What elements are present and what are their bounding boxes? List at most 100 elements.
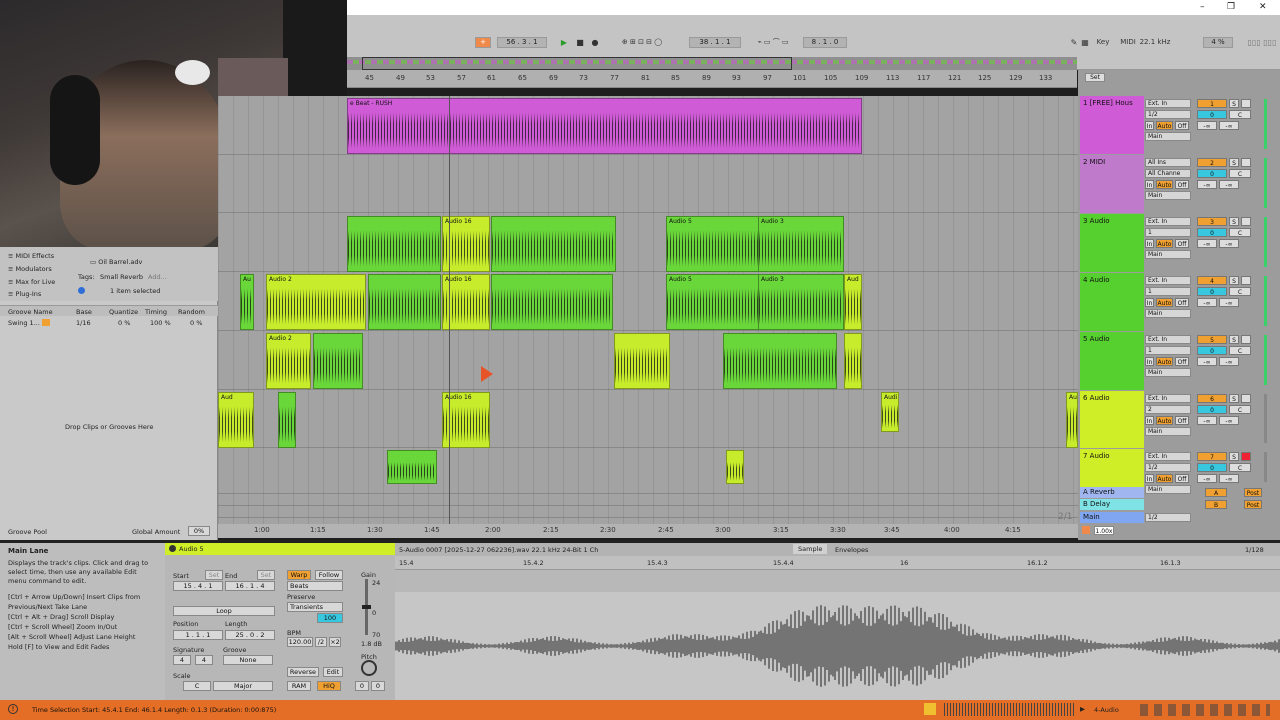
groove-select[interactable]: None bbox=[223, 655, 273, 665]
volume-field[interactable]: 0 bbox=[1197, 287, 1227, 296]
clip-activator-icon[interactable] bbox=[169, 545, 176, 552]
track-header[interactable]: 3 Audio bbox=[1080, 214, 1144, 272]
reverse-button[interactable]: Reverse bbox=[287, 667, 319, 677]
solo-button[interactable]: S bbox=[1229, 394, 1239, 403]
track-header[interactable]: 4 Audio bbox=[1080, 273, 1144, 331]
output-select[interactable]: Main bbox=[1145, 132, 1191, 141]
groove-random[interactable]: 0 % bbox=[190, 319, 202, 327]
ram-toggle[interactable]: RAM bbox=[287, 681, 311, 691]
track-header[interactable]: 7 Audio bbox=[1080, 449, 1144, 487]
audio-clip[interactable]: Audio 5 bbox=[666, 216, 760, 272]
category-modulators[interactable]: ≡ Modulators bbox=[8, 265, 52, 273]
edit-button[interactable]: Edit bbox=[323, 667, 343, 677]
track-lane[interactable] bbox=[218, 155, 1078, 213]
warp-toggle[interactable]: Warp bbox=[287, 570, 311, 580]
tab-sample[interactable]: Sample bbox=[793, 544, 828, 554]
track-activator-button[interactable]: 1 bbox=[1197, 99, 1227, 108]
track-lane[interactable] bbox=[218, 448, 1078, 494]
groove-quantize[interactable]: 0 % bbox=[118, 319, 130, 327]
volume-field[interactable]: 0 bbox=[1197, 228, 1227, 237]
track-activator-button[interactable]: 4 bbox=[1197, 276, 1227, 285]
track-activator-button[interactable]: 5 bbox=[1197, 335, 1227, 344]
loop-start-field[interactable]: 38 . 1 . 1 bbox=[689, 37, 741, 48]
input-channel-select[interactable]: 1 bbox=[1145, 346, 1191, 355]
return-activator-button[interactable]: B bbox=[1205, 500, 1227, 509]
input-type-select[interactable]: Ext. In bbox=[1145, 452, 1191, 461]
arm-icon[interactable] bbox=[1241, 158, 1251, 167]
solo-button[interactable]: S bbox=[1229, 158, 1239, 167]
return-track-header[interactable]: Main bbox=[1080, 512, 1144, 523]
overview-viewport[interactable] bbox=[362, 57, 792, 70]
grid-quant[interactable]: 1/128 bbox=[1245, 546, 1264, 554]
groove-timing[interactable]: 100 % bbox=[150, 319, 171, 327]
set-end-button[interactable]: Set bbox=[257, 570, 275, 580]
loop-toggle[interactable]: Loop bbox=[173, 606, 275, 616]
monitor-auto-button[interactable]: Auto bbox=[1156, 416, 1173, 425]
arm-icon[interactable] bbox=[1241, 394, 1251, 403]
solo-button[interactable]: S bbox=[1229, 276, 1239, 285]
monitor-off-button[interactable]: Off bbox=[1175, 416, 1189, 425]
monitor-off-button[interactable]: Off bbox=[1175, 180, 1189, 189]
arm-icon[interactable] bbox=[1241, 452, 1251, 461]
midi-map-button[interactable]: MIDI bbox=[1119, 37, 1137, 48]
audio-clip[interactable] bbox=[491, 274, 613, 330]
category-midi-effects[interactable]: ≡ MIDI Effects bbox=[8, 252, 54, 260]
close-button[interactable]: ✕ bbox=[1259, 2, 1267, 12]
return-activator-button[interactable]: A bbox=[1205, 488, 1227, 497]
audio-clip[interactable] bbox=[723, 333, 837, 389]
hiq-toggle[interactable]: HiQ bbox=[317, 681, 341, 691]
audio-clip[interactable] bbox=[278, 392, 296, 448]
gain-fader-handle[interactable] bbox=[362, 605, 371, 609]
input-type-select[interactable]: Ext. In bbox=[1145, 276, 1191, 285]
solo-button[interactable]: S bbox=[1229, 217, 1239, 226]
return-track-header[interactable]: B Delay bbox=[1080, 499, 1144, 510]
audio-clip[interactable]: Audio 2 bbox=[266, 333, 311, 389]
input-channel-select[interactable]: All Channe bbox=[1145, 169, 1191, 178]
output-select[interactable]: Main bbox=[1145, 368, 1191, 377]
arm-icon[interactable] bbox=[1241, 276, 1251, 285]
length-field[interactable]: 25 . 0 . 2 bbox=[225, 630, 275, 640]
monitor-off-button[interactable]: Off bbox=[1175, 121, 1189, 130]
double-tempo-button[interactable]: ×2 bbox=[329, 637, 341, 647]
pan-field[interactable]: C bbox=[1229, 169, 1251, 178]
input-type-select[interactable]: Ext. In bbox=[1145, 394, 1191, 403]
start-field[interactable]: 15 . 4 . 1 bbox=[173, 581, 223, 591]
groove-base[interactable]: 1/16 bbox=[76, 319, 91, 327]
input-channel-select[interactable]: 2 bbox=[1145, 405, 1191, 414]
bpm-field[interactable]: 120.00 bbox=[287, 637, 313, 647]
groove-drop-hint[interactable]: Drop Clips or Grooves Here bbox=[65, 423, 153, 431]
monitor-in-button[interactable]: In bbox=[1145, 357, 1154, 366]
stop-icon[interactable]: ■ bbox=[575, 37, 585, 48]
volume-field[interactable]: 0 bbox=[1197, 463, 1227, 472]
minimize-button[interactable]: – bbox=[1200, 2, 1205, 12]
monitor-auto-button[interactable]: Auto bbox=[1156, 121, 1173, 130]
track-activator-button[interactable]: 7 bbox=[1197, 452, 1227, 461]
output-select[interactable]: Main bbox=[1145, 485, 1191, 494]
time-ruler[interactable]: 2/1 1:00 1:15 1:30 1:45 2:00 2:15 2:30 2:45 3:00… bbox=[218, 512, 1078, 538]
arrange-fold-icon[interactable] bbox=[1082, 526, 1090, 534]
half-tempo-button[interactable]: /2 bbox=[315, 637, 327, 647]
zoom-field[interactable]: 1.00x bbox=[1094, 526, 1114, 535]
input-type-select[interactable]: Ext. In bbox=[1145, 335, 1191, 344]
input-channel-select[interactable]: 1/2 bbox=[1145, 110, 1191, 119]
audio-clip[interactable]: Audio 3 bbox=[758, 216, 844, 272]
global-amount-field[interactable]: 0% bbox=[188, 526, 210, 536]
transpose-field[interactable]: 0 bbox=[355, 681, 369, 691]
audio-clip[interactable]: Au bbox=[240, 274, 254, 330]
monitor-in-button[interactable]: In bbox=[1145, 180, 1154, 189]
follow-toggle[interactable]: Follow bbox=[315, 570, 343, 580]
audio-clip[interactable]: Audio 3 bbox=[758, 274, 844, 330]
audio-clip[interactable] bbox=[491, 216, 616, 272]
sends-field[interactable]: -∞ bbox=[1197, 298, 1217, 307]
tag-chip[interactable]: Small Reverb bbox=[100, 273, 143, 281]
monitor-in-button[interactable]: In bbox=[1145, 121, 1154, 130]
solo-button[interactable]: S bbox=[1229, 99, 1239, 108]
arrangement-overview[interactable] bbox=[347, 57, 1077, 70]
main-output-select[interactable]: 1/2 bbox=[1145, 513, 1191, 522]
audio-clip[interactable] bbox=[844, 333, 862, 389]
arm-icon[interactable] bbox=[1241, 99, 1251, 108]
browser-file-item[interactable]: ▭ Oil Barrel.adv bbox=[90, 258, 142, 266]
set-button[interactable]: Set bbox=[1085, 73, 1105, 82]
scale-mode-select[interactable]: Major bbox=[213, 681, 273, 691]
track-activator-button[interactable]: 3 bbox=[1197, 217, 1227, 226]
